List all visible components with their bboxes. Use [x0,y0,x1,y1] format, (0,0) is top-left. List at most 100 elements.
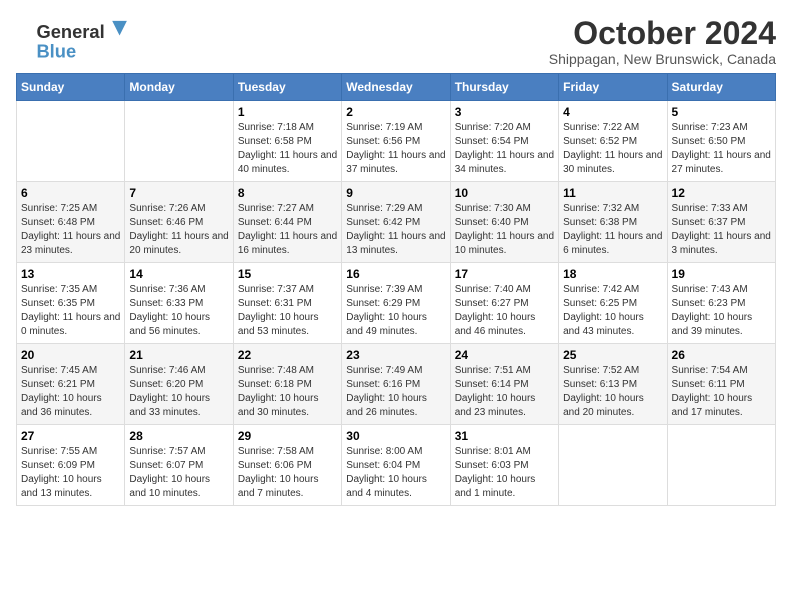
calendar-cell: 24Sunrise: 7:51 AMSunset: 6:14 PMDayligh… [450,344,558,425]
day-header: Saturday [667,74,775,101]
calendar-cell: 3 Sunrise: 7:20 AMSunset: 6:54 PMDaylight… [450,101,558,182]
cell-content: Sunrise: 7:43 AMSunset: 6:23 PMDaylight:… [672,283,771,339]
day-number: 16 [346,267,445,281]
cell-content: Sunrise: 7:48 AMSunset: 6:18 PMDaylight:… [238,364,337,420]
calendar-cell: 30Sunrise: 8:00 AMSunset: 6:04 PMDayligh… [342,425,450,506]
cell-content: Sunrise: 7:42 AMSunset: 6:25 PMDaylight:… [563,283,662,339]
calendar-cell: 13 Sunrise: 7:35 AMSunset: 6:35 PMDayligh… [17,263,125,344]
cell-content: Sunrise: 7:27 AMSunset: 6:44 PMDaylight:… [238,202,337,258]
day-number: 14 [129,267,228,281]
calendar-cell [17,101,125,182]
cell-content: Sunrise: 7:58 AMSunset: 6:06 PMDaylight:… [238,445,337,501]
day-number: 7 [129,186,228,200]
calendar-cell: 22Sunrise: 7:48 AMSunset: 6:18 PMDayligh… [233,344,341,425]
day-number: 26 [672,348,771,362]
cell-content: Sunrise: 7:35 AMSunset: 6:35 PMDaylight:… [21,283,120,339]
calendar-cell: 16Sunrise: 7:39 AMSunset: 6:29 PMDayligh… [342,263,450,344]
day-header: Tuesday [233,74,341,101]
cell-content: Sunrise: 7:29 AMSunset: 6:42 PMDaylight:… [346,202,445,258]
day-header: Sunday [17,74,125,101]
day-number: 20 [21,348,120,362]
day-number: 29 [238,429,337,443]
cell-content: Sunrise: 7:51 AMSunset: 6:14 PMDaylight:… [455,364,554,420]
cell-content: Sunrise: 7:25 AMSunset: 6:48 PMDaylight:… [21,202,120,258]
calendar-cell [125,101,233,182]
title-block: October 2024 Shippagan, New Brunswick, C… [549,16,776,67]
cell-content: Sunrise: 7:45 AMSunset: 6:21 PMDaylight:… [21,364,120,420]
day-number: 1 [238,105,337,119]
calendar-cell: 20 Sunrise: 7:45 AMSunset: 6:21 PMDayligh… [17,344,125,425]
cell-content: Sunrise: 7:19 AMSunset: 6:56 PMDaylight:… [346,121,445,177]
cell-content: Sunrise: 7:33 AMSunset: 6:37 PMDaylight:… [672,202,771,258]
svg-text:General: General [36,21,104,42]
day-number: 25 [563,348,662,362]
cell-content: Sunrise: 7:49 AMSunset: 6:16 PMDaylight:… [346,364,445,420]
day-number: 18 [563,267,662,281]
calendar-cell: 5 Sunrise: 7:23 AMSunset: 6:50 PMDaylight… [667,101,775,182]
day-number: 11 [563,186,662,200]
calendar-cell: 26 Sunrise: 7:54 AMSunset: 6:11 PMDayligh… [667,344,775,425]
calendar-cell: 14Sunrise: 7:36 AMSunset: 6:33 PMDayligh… [125,263,233,344]
day-number: 13 [21,267,120,281]
day-number: 9 [346,186,445,200]
calendar-cell: 7 Sunrise: 7:26 AMSunset: 6:46 PMDaylight… [125,182,233,263]
cell-content: Sunrise: 7:30 AMSunset: 6:40 PMDaylight:… [455,202,554,258]
calendar-week-row: 27 Sunrise: 7:55 AMSunset: 6:09 PMDayligh… [17,425,776,506]
calendar-cell: 9 Sunrise: 7:29 AMSunset: 6:42 PMDaylight… [342,182,450,263]
calendar-week-row: 13 Sunrise: 7:35 AMSunset: 6:35 PMDayligh… [17,263,776,344]
cell-content: Sunrise: 7:18 AMSunset: 6:58 PMDaylight:… [238,121,337,177]
day-number: 2 [346,105,445,119]
svg-text:Blue: Blue [36,41,76,62]
cell-content: Sunrise: 7:40 AMSunset: 6:27 PMDaylight:… [455,283,554,339]
cell-content: Sunrise: 7:23 AMSunset: 6:50 PMDaylight:… [672,121,771,177]
calendar-cell: 19Sunrise: 7:43 AMSunset: 6:23 PMDayligh… [667,263,775,344]
calendar-cell: 11 Sunrise: 7:32 AMSunset: 6:38 PMDayligh… [559,182,667,263]
calendar-cell: 25 Sunrise: 7:52 AMSunset: 6:13 PMDayligh… [559,344,667,425]
calendar-cell: 15Sunrise: 7:37 AMSunset: 6:31 PMDayligh… [233,263,341,344]
calendar-cell: 23 Sunrise: 7:49 AMSunset: 6:16 PMDayligh… [342,344,450,425]
calendar-cell: 28 Sunrise: 7:57 AMSunset: 6:07 PMDayligh… [125,425,233,506]
calendar-cell: 4Sunrise: 7:22 AMSunset: 6:52 PMDaylight… [559,101,667,182]
calendar-week-row: 6 Sunrise: 7:25 AMSunset: 6:48 PMDaylight… [17,182,776,263]
page-title: October 2024 [549,16,776,51]
cell-content: Sunrise: 7:55 AMSunset: 6:09 PMDaylight:… [21,445,120,501]
calendar-cell: 18 Sunrise: 7:42 AMSunset: 6:25 PMDayligh… [559,263,667,344]
day-number: 5 [672,105,771,119]
page-header: GeneralBlue October 2024 Shippagan, New … [16,16,776,67]
day-number: 28 [129,429,228,443]
calendar-cell: 2 Sunrise: 7:19 AMSunset: 6:56 PMDaylight… [342,101,450,182]
calendar-cell: 17Sunrise: 7:40 AMSunset: 6:27 PMDayligh… [450,263,558,344]
day-header: Monday [125,74,233,101]
calendar-cell: 10Sunrise: 7:30 AMSunset: 6:40 PMDayligh… [450,182,558,263]
cell-content: Sunrise: 7:46 AMSunset: 6:20 PMDaylight:… [129,364,228,420]
cell-content: Sunrise: 7:52 AMSunset: 6:13 PMDaylight:… [563,364,662,420]
cell-content: Sunrise: 7:32 AMSunset: 6:38 PMDaylight:… [563,202,662,258]
cell-content: Sunrise: 7:26 AMSunset: 6:46 PMDaylight:… [129,202,228,258]
day-number: 27 [21,429,120,443]
day-number: 8 [238,186,337,200]
calendar-cell: 31 Sunrise: 8:01 AMSunset: 6:03 PMDayligh… [450,425,558,506]
calendar-header-row: SundayMondayTuesdayWednesdayThursdayFrid… [17,74,776,101]
cell-content: Sunrise: 7:54 AMSunset: 6:11 PMDaylight:… [672,364,771,420]
cell-content: Sunrise: 8:01 AMSunset: 6:03 PMDaylight:… [455,445,554,501]
calendar-week-row: 20 Sunrise: 7:45 AMSunset: 6:21 PMDayligh… [17,344,776,425]
calendar-table: SundayMondayTuesdayWednesdayThursdayFrid… [16,73,776,506]
cell-content: Sunrise: 7:57 AMSunset: 6:07 PMDaylight:… [129,445,228,501]
day-number: 15 [238,267,337,281]
calendar-cell: 29 Sunrise: 7:58 AMSunset: 6:06 PMDayligh… [233,425,341,506]
day-number: 23 [346,348,445,362]
calendar-cell: 21Sunrise: 7:46 AMSunset: 6:20 PMDayligh… [125,344,233,425]
calendar-cell: 27 Sunrise: 7:55 AMSunset: 6:09 PMDayligh… [17,425,125,506]
day-number: 6 [21,186,120,200]
cell-content: Sunrise: 7:20 AMSunset: 6:54 PMDaylight:… [455,121,554,177]
calendar-cell [559,425,667,506]
day-header: Thursday [450,74,558,101]
day-header: Wednesday [342,74,450,101]
day-number: 3 [455,105,554,119]
day-number: 12 [672,186,771,200]
logo-icon: GeneralBlue [16,16,96,60]
day-number: 31 [455,429,554,443]
page-subtitle: Shippagan, New Brunswick, Canada [549,51,776,67]
calendar-cell: 6 Sunrise: 7:25 AMSunset: 6:48 PMDaylight… [17,182,125,263]
calendar-cell [667,425,775,506]
